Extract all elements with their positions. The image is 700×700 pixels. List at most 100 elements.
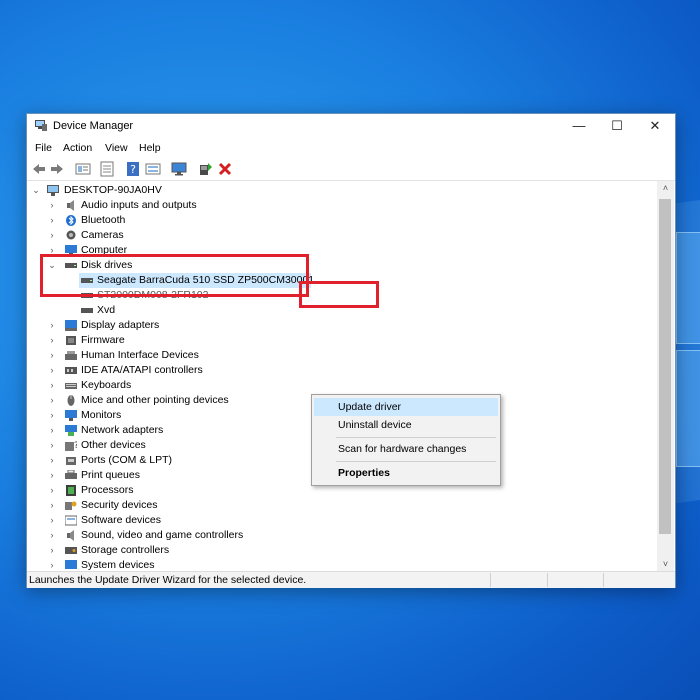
keyboard-icon: [65, 383, 77, 389]
chevron-right-icon[interactable]: ›: [47, 378, 57, 393]
menu-view[interactable]: View: [105, 142, 128, 154]
help-icon[interactable]: ?: [125, 161, 141, 177]
tree-node-label: Other devices: [81, 439, 146, 451]
minimize-button[interactable]: —: [560, 114, 598, 138]
tree-node-ports[interactable]: › Ports (COM & LPT): [47, 453, 347, 468]
mouse-icon: [67, 395, 75, 406]
chevron-right-icon[interactable]: ›: [47, 393, 57, 408]
vertical-scrollbar[interactable]: ˄ ˅: [657, 181, 674, 571]
chevron-right-icon[interactable]: ›: [47, 558, 57, 571]
properties-menu-item[interactable]: Properties: [314, 464, 498, 482]
chevron-right-icon[interactable]: ›: [47, 498, 57, 513]
tree-node-xvd[interactable]: Xvd: [79, 303, 311, 318]
chevron-right-icon[interactable]: ›: [47, 228, 57, 243]
tree-node-audio[interactable]: › Audio inputs and outputs: [47, 198, 347, 213]
device-tree: ⌄ DESKTOP-90JA0HV › Audio inputs and out…: [27, 181, 657, 571]
tree-node-label: Xvd: [97, 304, 116, 316]
scrollbar-thumb[interactable]: [659, 199, 671, 534]
chevron-right-icon[interactable]: ›: [47, 483, 57, 498]
chevron-right-icon[interactable]: ›: [47, 438, 57, 453]
chevron-down-icon[interactable]: ⌄: [31, 183, 41, 198]
tree-node-print[interactable]: › Print queues: [47, 468, 347, 483]
title-bar[interactable]: Device Manager — ☐ ✕: [27, 114, 675, 138]
menu-help[interactable]: Help: [139, 142, 161, 154]
tree-node-storage[interactable]: › Storage controllers: [47, 543, 347, 558]
monitor-icon[interactable]: [171, 161, 187, 177]
scroll-down-icon[interactable]: ˅: [657, 557, 674, 571]
ide-controller-icon: [65, 367, 77, 374]
chevron-right-icon[interactable]: ›: [47, 543, 57, 558]
desktop-window-logo-pane: [676, 232, 700, 344]
menu-file[interactable]: File: [35, 142, 52, 154]
tree-root[interactable]: ⌄ DESKTOP-90JA0HV: [31, 183, 331, 198]
tree-node-sound[interactable]: › Sound, video and game controllers: [47, 528, 347, 543]
scan-hardware-menu-item[interactable]: Scan for hardware changes: [314, 440, 498, 458]
scroll-up-icon[interactable]: ˄: [657, 181, 674, 195]
tree-node-bluetooth[interactable]: › Bluetooth: [47, 213, 347, 228]
tree-node-other[interactable]: › ? Other devices: [47, 438, 347, 453]
close-button[interactable]: ✕: [636, 114, 674, 138]
tree-node-network[interactable]: › Network adapters: [47, 423, 347, 438]
chevron-right-icon[interactable]: ›: [47, 348, 57, 363]
tree-node-processors[interactable]: › Processors: [47, 483, 347, 498]
tree-node-label: Network adapters: [81, 424, 164, 436]
menu-item-label: Scan for hardware changes: [338, 443, 467, 455]
uninstall-device-menu-item[interactable]: Uninstall device: [314, 416, 498, 434]
tree-node-software[interactable]: › Software devices: [47, 513, 347, 528]
chevron-right-icon[interactable]: ›: [47, 198, 57, 213]
chevron-right-icon[interactable]: ›: [47, 423, 57, 438]
refresh-icon[interactable]: [99, 161, 115, 177]
tree-node-firmware[interactable]: › Firmware: [47, 333, 347, 348]
menu-item-label: Update driver: [338, 401, 402, 413]
view-icon[interactable]: [145, 161, 161, 177]
tree-node-label: Human Interface Devices: [81, 349, 199, 361]
chevron-right-icon[interactable]: ›: [47, 453, 57, 468]
uninstall-icon[interactable]: [217, 161, 233, 177]
tree-node-cameras[interactable]: › Cameras: [47, 228, 347, 243]
menu-item-label: Uninstall device: [338, 419, 412, 431]
tree-node-security[interactable]: › Security devices: [47, 498, 347, 513]
properties-icon[interactable]: [75, 161, 91, 177]
device-manager-icon: [35, 120, 47, 131]
chevron-right-icon[interactable]: ›: [47, 408, 57, 423]
chevron-right-icon[interactable]: ›: [47, 468, 57, 483]
tree-node-label: Software devices: [81, 514, 161, 526]
tree-node-display[interactable]: › Display adapters: [47, 318, 347, 333]
chevron-right-icon[interactable]: ›: [47, 528, 57, 543]
port-icon: [66, 457, 76, 465]
svg-text:?: ?: [74, 441, 77, 451]
tree-node-label: Mice and other pointing devices: [81, 394, 229, 406]
annotation-highlight-box: [40, 254, 309, 297]
window-title: Device Manager: [53, 120, 134, 132]
tree-node-keyboards[interactable]: › Keyboards: [47, 378, 347, 393]
tree-node-ide[interactable]: › IDE ATA/ATAPI controllers: [47, 363, 347, 378]
tree-node-label: Print queues: [81, 469, 140, 481]
tree-node-label: Keyboards: [81, 379, 132, 391]
speaker-icon: [67, 200, 74, 211]
desktop-window-logo-pane: [676, 350, 700, 467]
update-driver-menu-item[interactable]: Update driver: [314, 398, 498, 416]
unknown-device-icon: ?: [65, 441, 77, 451]
maximize-button[interactable]: ☐: [598, 114, 636, 138]
tree-node-mice[interactable]: › Mice and other pointing devices: [47, 393, 347, 408]
tree-node-label: Processors: [81, 484, 134, 496]
forward-arrow-icon[interactable]: [49, 161, 65, 177]
chevron-right-icon[interactable]: ›: [47, 333, 57, 348]
menu-separator: [336, 437, 496, 438]
chevron-right-icon[interactable]: ›: [47, 213, 57, 228]
menu-action[interactable]: Action: [63, 142, 92, 154]
install-driver-icon[interactable]: [197, 161, 213, 177]
chevron-right-icon[interactable]: ›: [47, 513, 57, 528]
device-manager-window: Device Manager — ☐ ✕ File Action View He…: [26, 113, 676, 588]
tree-node-label: Security devices: [81, 499, 158, 511]
chevron-right-icon[interactable]: ›: [47, 363, 57, 378]
system-device-icon: [65, 560, 77, 569]
back-arrow-icon[interactable]: [31, 161, 47, 177]
chevron-right-icon[interactable]: ›: [47, 318, 57, 333]
tree-node-system[interactable]: › System devices: [47, 558, 347, 571]
sound-icon: [67, 530, 74, 541]
status-bar: Launches the Update Driver Wizard for th…: [27, 571, 675, 588]
tree-node-hid[interactable]: › Human Interface Devices: [47, 348, 347, 363]
annotation-highlight-box: [299, 281, 379, 308]
tree-node-monitors[interactable]: › Monitors: [47, 408, 347, 423]
